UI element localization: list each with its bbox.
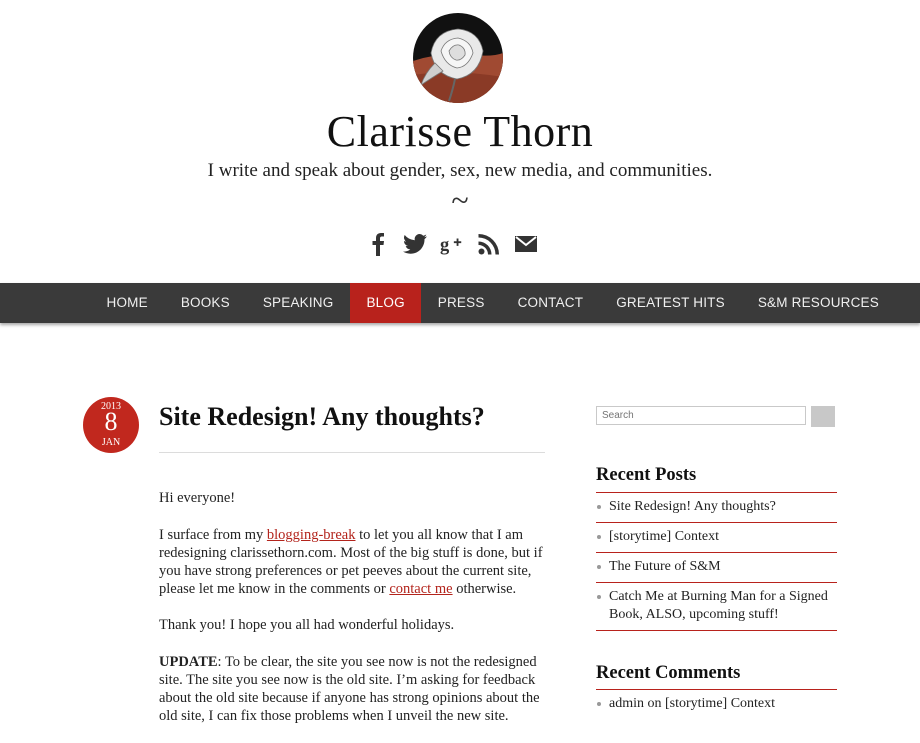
nav-item-blog[interactable]: BLOG [349, 283, 422, 323]
recent-posts-list: Site Redesign! Any thoughts? [storytime]… [596, 493, 837, 631]
bullet-icon [597, 702, 601, 706]
contact-me-link[interactable]: contact me [389, 581, 452, 597]
nav-item-sm-resources[interactable]: S&M RESOURCES [741, 283, 895, 323]
recent-comments-title: Recent Comments [596, 663, 741, 683]
twitter-icon[interactable] [403, 232, 427, 256]
post-date-month: JAN [101, 437, 121, 448]
recent-post-link[interactable]: [storytime] Context [609, 528, 837, 546]
list-item[interactable]: Site Redesign! Any thoughts? [596, 493, 837, 523]
post-paragraph: Hi everyone! [159, 490, 236, 506]
list-item[interactable]: Catch Me at Burning Man for a Signed Boo… [596, 583, 837, 631]
svg-text:g: g [440, 234, 450, 254]
recent-posts-title: Recent Posts [596, 465, 697, 485]
post-title[interactable]: Site Redesign! Any thoughts? [159, 402, 485, 432]
list-item[interactable]: admin on [storytime] Context [596, 690, 837, 719]
nav-item-home[interactable]: HOME [90, 283, 164, 323]
post-body: Hi everyone! I surface from my blogging-… [159, 489, 545, 743]
update-label: UPDATE [159, 653, 218, 670]
header-divider: ~ [451, 182, 469, 218]
facebook-icon[interactable] [366, 232, 390, 256]
bullet-icon [597, 505, 601, 509]
recent-post-link[interactable]: The Future of S&M [609, 558, 837, 576]
site-logo[interactable] [413, 13, 503, 103]
google-plus-icon[interactable]: g [440, 232, 464, 256]
list-item[interactable]: The Future of S&M [596, 553, 837, 583]
main-nav: HOME BOOKS SPEAKING BLOG PRESS CONTACT G… [0, 283, 920, 323]
post-text: I surface from my [159, 526, 267, 543]
recent-post-link[interactable]: Site Redesign! Any thoughts? [609, 498, 837, 516]
post-paragraph: Thank you! I hope you all had wonderful … [159, 617, 455, 633]
post-date-badge: 2013 8 JAN [83, 397, 139, 453]
rss-icon[interactable] [477, 232, 501, 256]
post-date-day: 8 [104, 407, 118, 436]
bullet-icon [597, 565, 601, 569]
nav-item-greatest-hits[interactable]: GREATEST HITS [600, 283, 742, 323]
post-title-divider [159, 452, 545, 453]
site-tagline: I write and speak about gender, sex, new… [207, 160, 713, 181]
search-button[interactable] [811, 406, 835, 427]
post-text: otherwise. [452, 580, 517, 597]
nav-item-contact[interactable]: CONTACT [501, 283, 600, 323]
recent-comment-link[interactable]: admin on [storytime] Context [609, 695, 837, 713]
search-input[interactable] [596, 406, 806, 425]
bullet-icon [597, 595, 601, 599]
nav-item-press[interactable]: PRESS [421, 283, 501, 323]
post-paragraph: I surface from my blogging-break to let … [159, 526, 545, 598]
post-paragraph: UPDATE: To be clear, the site you see no… [159, 653, 545, 725]
blogging-break-link[interactable]: blogging-break [267, 527, 356, 543]
recent-post-link[interactable]: Catch Me at Burning Man for a Signed Boo… [609, 588, 837, 624]
site-title[interactable]: Clarisse Thorn [0, 106, 920, 157]
social-links: g [366, 230, 538, 258]
nav-item-speaking[interactable]: SPEAKING [246, 283, 350, 323]
nav-item-books[interactable]: BOOKS [164, 283, 246, 323]
email-icon[interactable] [514, 232, 538, 256]
bullet-icon [597, 535, 601, 539]
recent-comments-list: admin on [storytime] Context [596, 690, 837, 719]
list-item[interactable]: [storytime] Context [596, 523, 837, 553]
